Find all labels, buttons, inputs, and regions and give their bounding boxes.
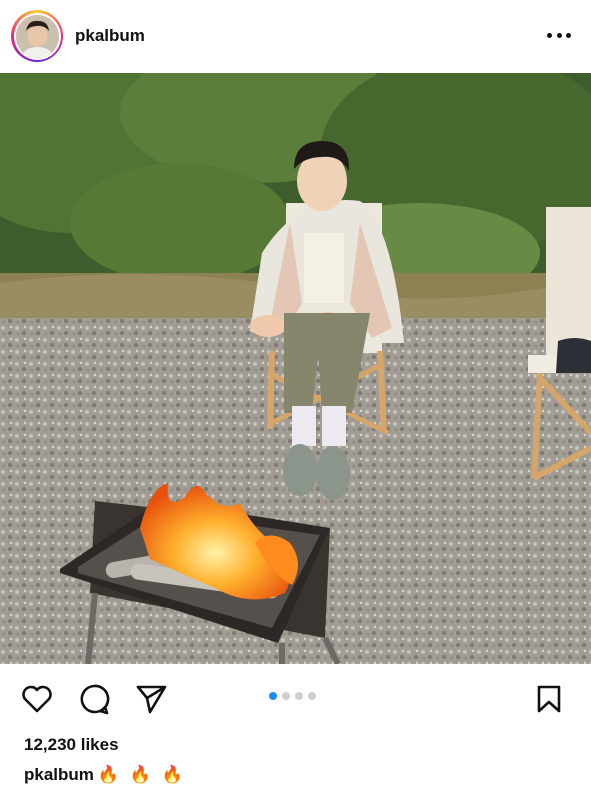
username[interactable]: pkalbum	[75, 26, 145, 46]
avatar-border	[13, 12, 61, 60]
carousel-dot[interactable]	[308, 692, 316, 700]
carousel-dot[interactable]	[295, 692, 303, 700]
heart-icon[interactable]	[20, 682, 54, 716]
post-header: pkalbum	[0, 0, 591, 72]
carousel-dot[interactable]	[282, 692, 290, 700]
story-ring[interactable]	[11, 10, 63, 62]
campfire-photo	[0, 73, 591, 664]
carousel-dot-active[interactable]	[269, 692, 277, 700]
comment-bubble-icon[interactable]	[77, 682, 111, 716]
carousel-indicator	[269, 692, 316, 700]
more-options-icon[interactable]	[547, 26, 571, 44]
send-paper-plane-icon[interactable]	[134, 682, 168, 716]
heart-glyph	[22, 685, 52, 713]
avatar-image	[15, 14, 59, 58]
comment-glyph	[80, 684, 110, 715]
avatar[interactable]	[15, 14, 59, 58]
dot	[566, 32, 571, 38]
caption: pkalbum 🔥 🔥 🔥	[24, 765, 186, 785]
caption-text: 🔥 🔥 🔥	[97, 765, 186, 784]
bookmark-glyph	[537, 685, 561, 713]
likes-count[interactable]: 12,230 likes	[24, 735, 119, 755]
send-glyph	[136, 685, 167, 714]
post-photo[interactable]	[0, 73, 591, 664]
bookmark-icon[interactable]	[532, 682, 566, 716]
caption-username[interactable]: pkalbum	[24, 765, 94, 784]
dot	[547, 32, 552, 38]
dot	[556, 32, 562, 38]
